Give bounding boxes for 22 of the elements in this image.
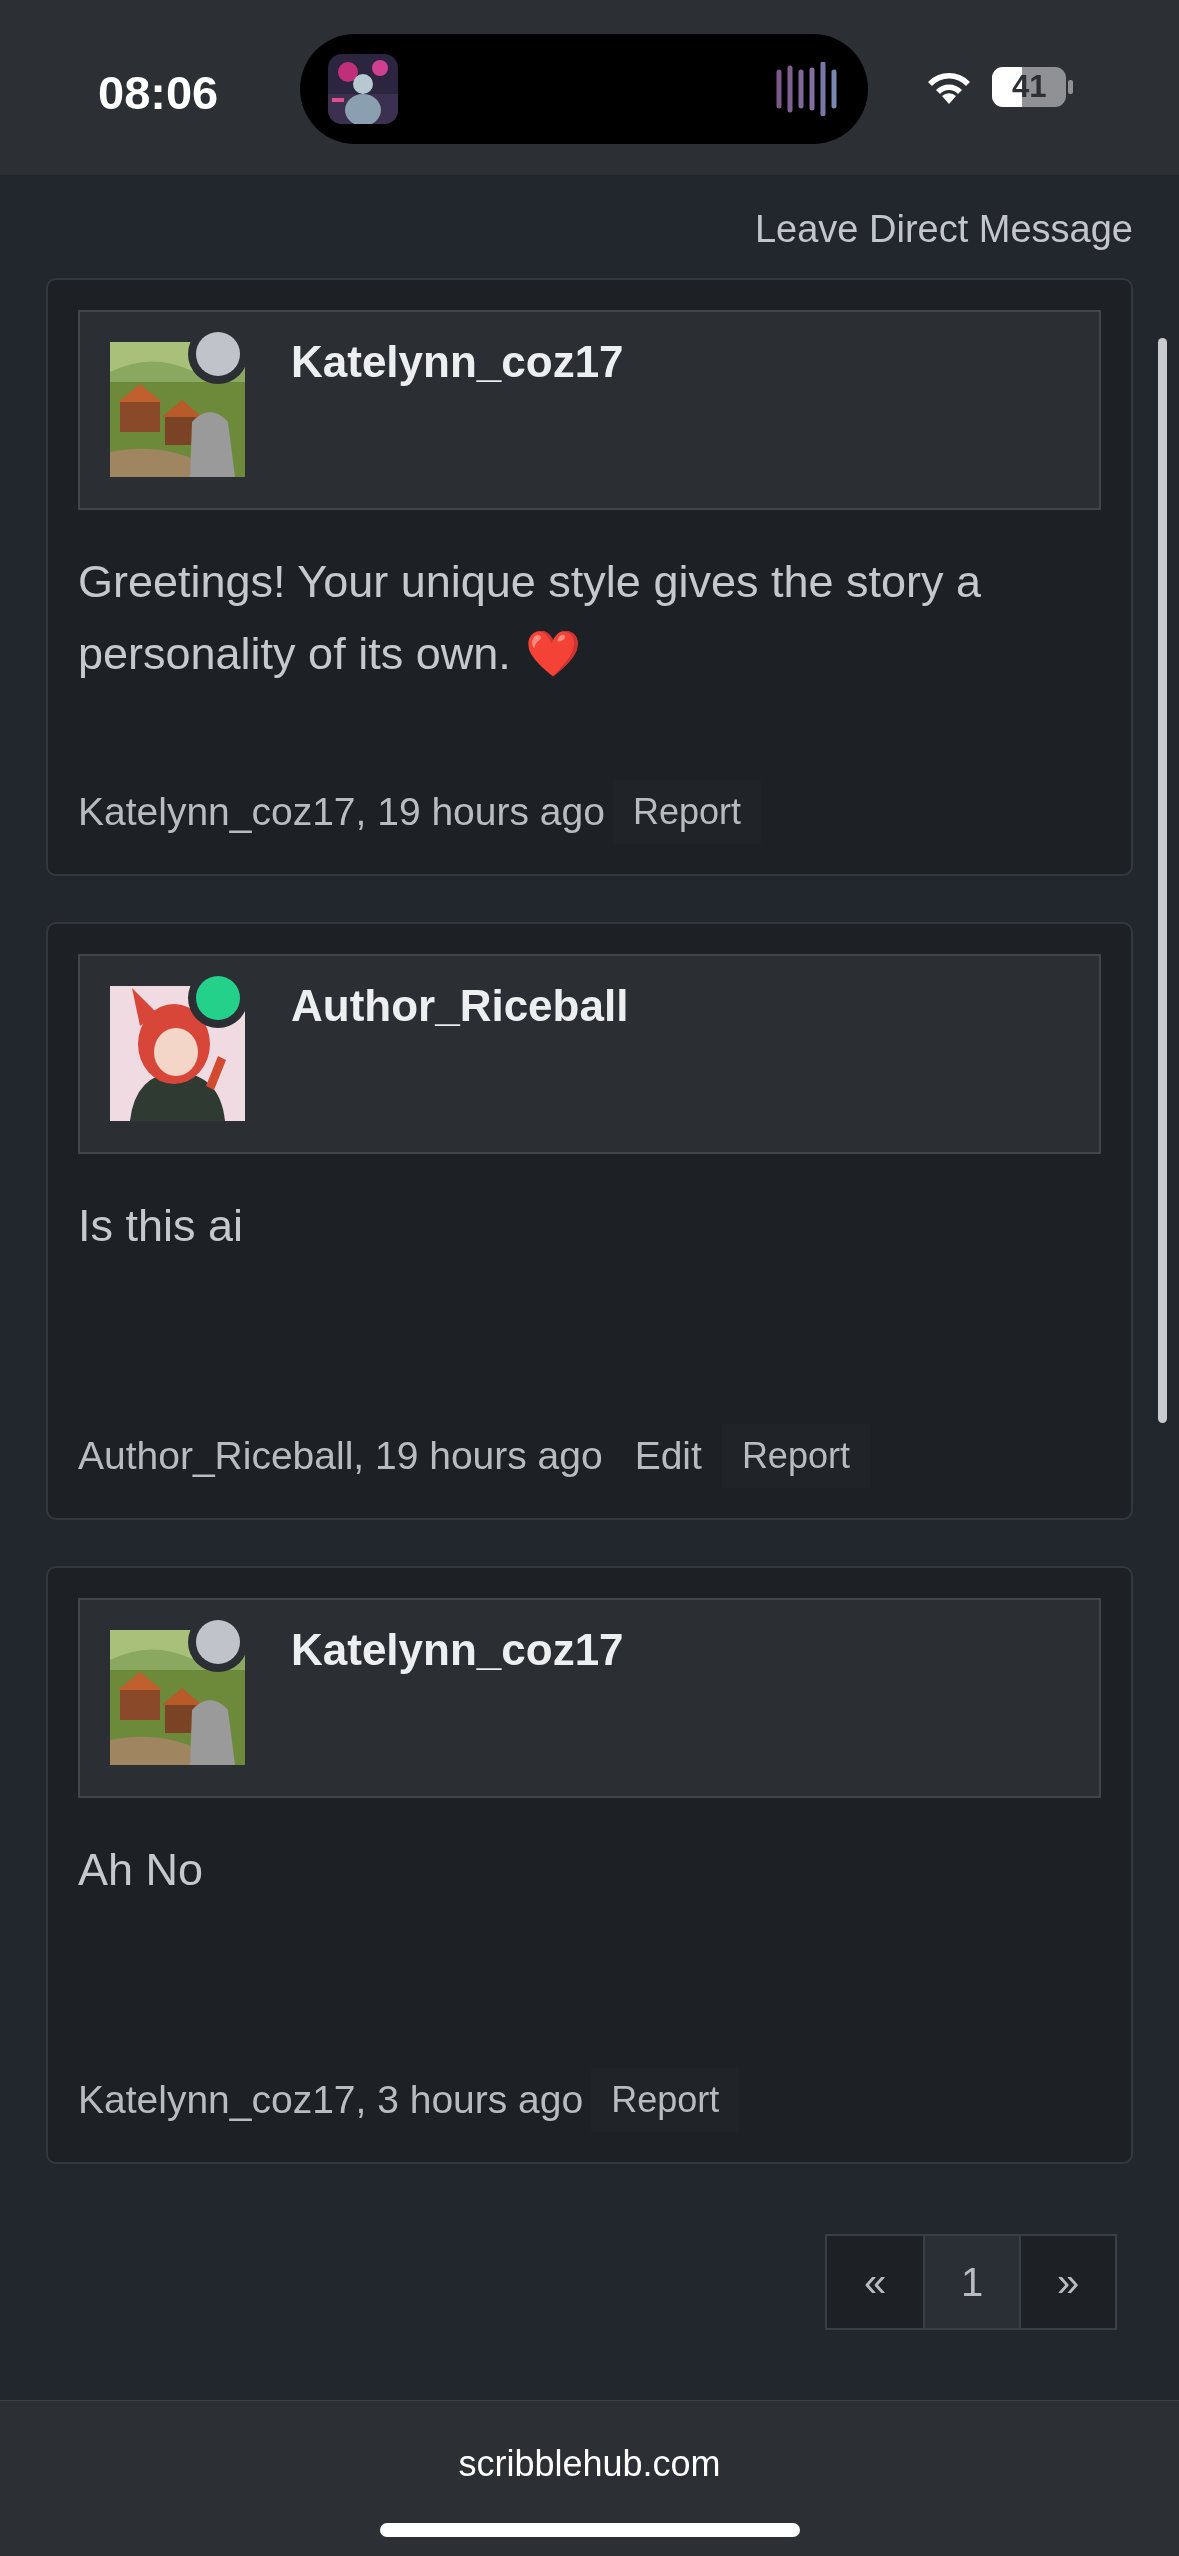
report-button[interactable]: Report bbox=[612, 780, 761, 844]
page-button[interactable]: « bbox=[827, 2236, 923, 2328]
comment-meta: Author_Riceball, 19 hours ago bbox=[78, 1432, 603, 1479]
comment-text: Ah No bbox=[78, 1844, 204, 1895]
username[interactable]: Author_Riceball bbox=[291, 978, 629, 1034]
scrollbar[interactable] bbox=[1158, 338, 1167, 1423]
username[interactable]: Katelynn_coz17 bbox=[291, 334, 624, 390]
status-time: 08:06 bbox=[98, 65, 219, 121]
report-button[interactable]: Report bbox=[721, 1424, 870, 1488]
comment-text: Is this ai bbox=[78, 1200, 244, 1251]
page-button[interactable]: 1 bbox=[923, 2236, 1019, 2328]
report-button[interactable]: Report bbox=[591, 2068, 740, 2132]
comment-meta: Katelynn_coz17, 3 hours ago bbox=[78, 2076, 584, 2123]
direct-message-link[interactable]: Leave Direct Message bbox=[754, 204, 1133, 254]
page-button[interactable]: » bbox=[1019, 2236, 1115, 2328]
comment-text: Greetings! Your unique style gives the story a personality of its own. ❤ bbox=[78, 556, 982, 679]
edit-button[interactable]: Edit bbox=[622, 1424, 714, 1488]
comment-meta: Katelynn_coz17, 19 hours ago bbox=[78, 788, 605, 835]
username[interactable]: Katelynn_coz17 bbox=[291, 1622, 624, 1678]
home-indicator[interactable] bbox=[380, 2523, 800, 2537]
waveform-icon bbox=[776, 62, 840, 116]
url-text[interactable]: scribblehub.com bbox=[458, 2437, 721, 2491]
